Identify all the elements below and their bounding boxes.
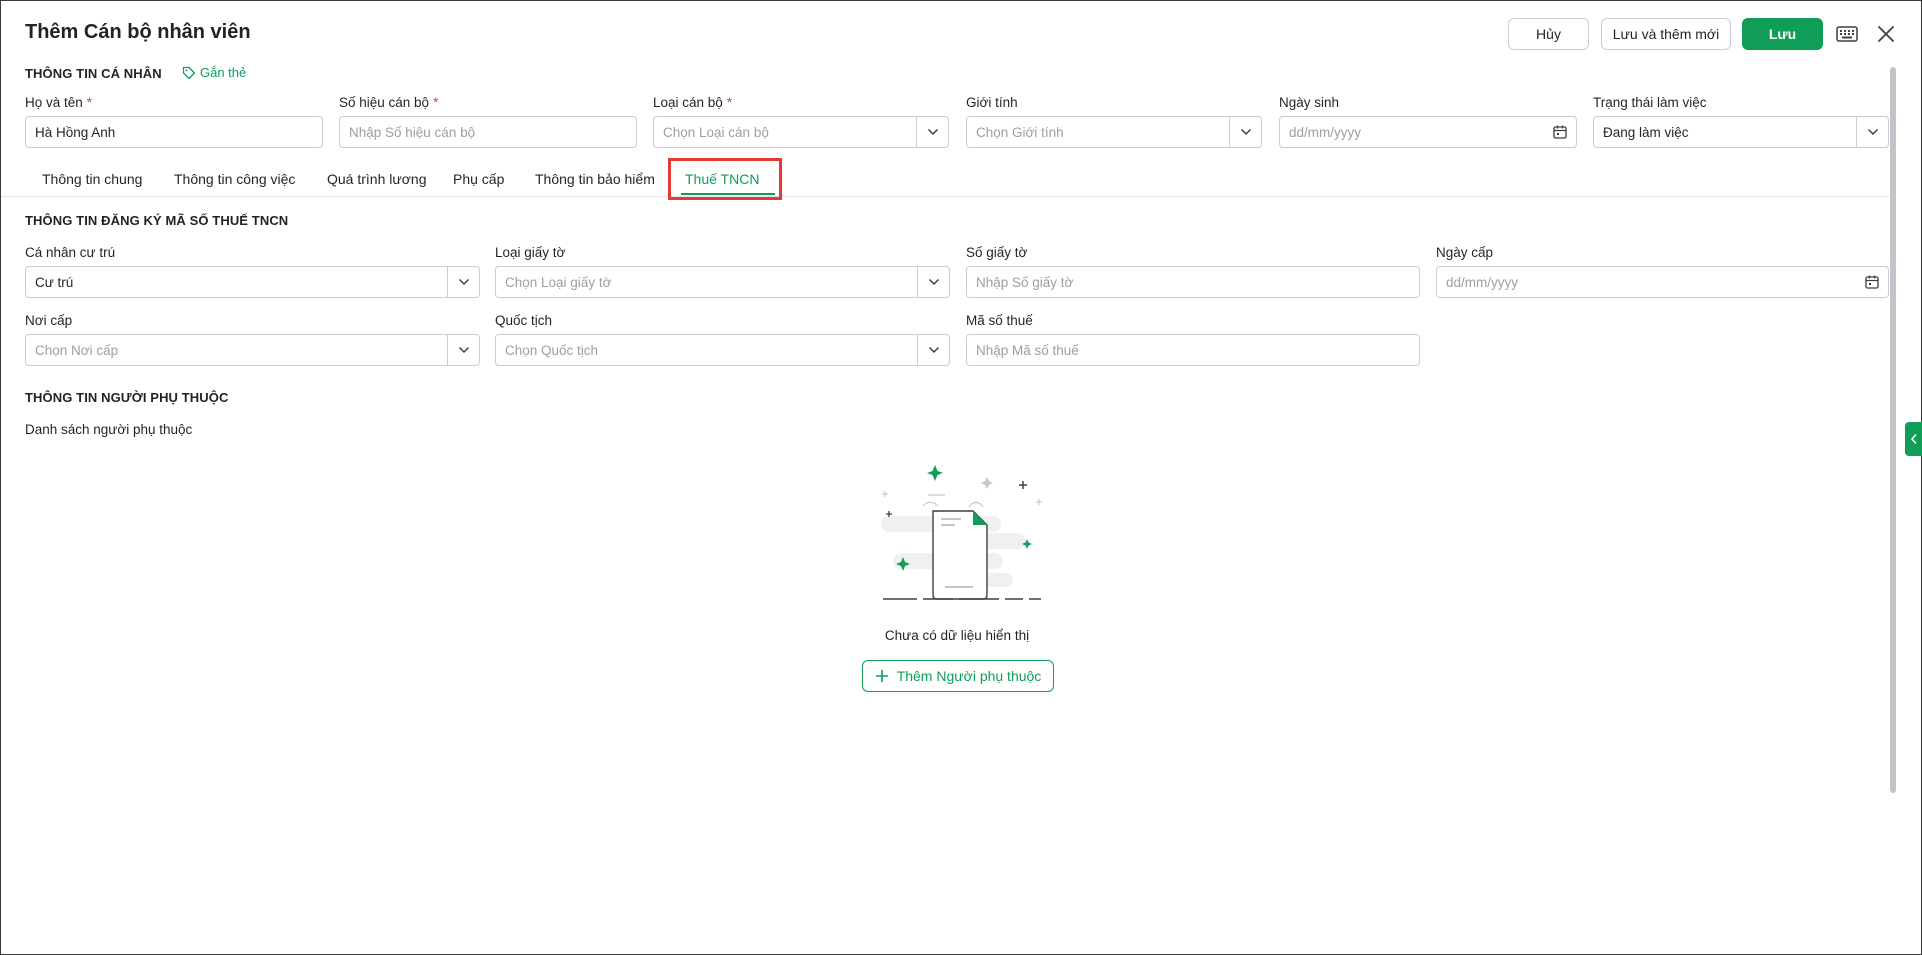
- work-status-select[interactable]: Đang làm việc: [1593, 116, 1889, 148]
- nationality-select[interactable]: Chọn Quốc tịch: [495, 334, 950, 366]
- document-number-field[interactable]: Nhập Số giấy tờ: [966, 266, 1420, 298]
- calendar-icon[interactable]: [1864, 274, 1880, 293]
- gender-select[interactable]: Chọn Giới tính: [966, 116, 1262, 148]
- dialog-title: Thêm Cán bộ nhân viên: [25, 21, 251, 43]
- save-button[interactable]: Lưu: [1742, 18, 1823, 50]
- staff-type-select[interactable]: Chọn Loại cán bộ: [653, 116, 949, 148]
- add-dependent-label: Thêm Người phụ thuộc: [896, 668, 1042, 684]
- highlight-box: [668, 158, 782, 200]
- chevron-left-icon: [1910, 433, 1917, 445]
- tag-label: Gắn thẻ: [200, 65, 247, 80]
- close-icon[interactable]: [1874, 22, 1898, 46]
- staff-code-field[interactable]: Nhập Số hiệu cán bộ: [339, 116, 637, 148]
- document-number-label: Số giấy tờ: [966, 245, 1028, 260]
- birth-date-label: Ngày sinh: [1279, 95, 1340, 110]
- dependents-list-label: Danh sách người phụ thuộc: [25, 422, 193, 437]
- empty-document-illustration: [881, 465, 1042, 600]
- tag-icon: [182, 66, 196, 79]
- tag-button[interactable]: Gắn thẻ: [182, 65, 246, 80]
- add-dependent-button[interactable]: Thêm Người phụ thuộc: [862, 660, 1054, 692]
- issue-date-label: Ngày cấp: [1436, 245, 1494, 260]
- gender-label: Giới tính: [966, 95, 1018, 110]
- birth-date-field[interactable]: dd/mm/yyyy: [1279, 116, 1577, 148]
- chevron-down-icon[interactable]: [1229, 117, 1261, 147]
- nationality-label: Quốc tịch: [495, 313, 553, 328]
- issue-date-field[interactable]: dd/mm/yyyy: [1436, 266, 1889, 298]
- issue-place-label: Nơi cấp: [25, 313, 73, 328]
- chevron-down-icon[interactable]: [447, 267, 479, 297]
- residency-select[interactable]: Cư trú: [25, 266, 480, 298]
- tab-insurance-info[interactable]: Thông tin bảo hiểm: [535, 171, 655, 187]
- tab-allowance[interactable]: Phụ cấp: [453, 171, 504, 187]
- tab-bar: Thông tin chung Thông tin công việc Quá …: [1, 161, 1893, 197]
- chevron-down-icon[interactable]: [917, 335, 949, 365]
- issue-place-select[interactable]: Chọn Nơi cấp: [25, 334, 480, 366]
- keyboard-icon[interactable]: [1835, 23, 1859, 45]
- name-field[interactable]: Hà Hồng Anh: [25, 116, 323, 148]
- side-panel-toggle[interactable]: [1905, 422, 1922, 456]
- document-type-select[interactable]: Chọn Loại giấy tờ: [495, 266, 950, 298]
- tax-code-field[interactable]: Nhập Mã số thuế: [966, 334, 1420, 366]
- chevron-down-icon[interactable]: [916, 117, 948, 147]
- tab-general-info[interactable]: Thông tin chung: [42, 171, 142, 187]
- document-type-label: Loại giấy tờ: [495, 245, 566, 260]
- name-label: Họ và tên *: [25, 95, 93, 110]
- dialog-window: Thêm Cán bộ nhân viên Hủy Lưu và thêm mớ…: [0, 0, 1922, 955]
- save-and-new-button[interactable]: Lưu và thêm mới: [1601, 18, 1731, 50]
- chevron-down-icon[interactable]: [447, 335, 479, 365]
- calendar-icon[interactable]: [1552, 124, 1568, 143]
- staff-code-label: Số hiệu cán bộ *: [339, 95, 439, 110]
- empty-state-text: Chưa có dữ liệu hiển thị: [884, 628, 1030, 643]
- tab-work-info[interactable]: Thông tin công việc: [174, 171, 295, 187]
- tax-registration-title: THÔNG TIN ĐĂNG KÝ MÃ SỐ THUẾ TNCN: [25, 213, 289, 228]
- chevron-down-icon[interactable]: [917, 267, 949, 297]
- cancel-button[interactable]: Hủy: [1508, 18, 1589, 50]
- residency-label: Cá nhân cư trú: [25, 245, 116, 260]
- staff-type-label: Loại cán bộ *: [653, 95, 733, 110]
- vertical-scrollbar[interactable]: [1890, 67, 1896, 793]
- work-status-label: Trạng thái làm việc: [1593, 95, 1707, 110]
- dependents-title: THÔNG TIN NGƯỜI PHỤ THUỘC: [25, 390, 229, 405]
- personal-info-title: THÔNG TIN CÁ NHÂN: [25, 66, 162, 81]
- tab-salary-history[interactable]: Quá trình lương: [327, 171, 427, 187]
- tax-code-label: Mã số thuế: [966, 313, 1033, 328]
- chevron-down-icon[interactable]: [1856, 117, 1888, 147]
- plus-icon: [875, 670, 888, 682]
